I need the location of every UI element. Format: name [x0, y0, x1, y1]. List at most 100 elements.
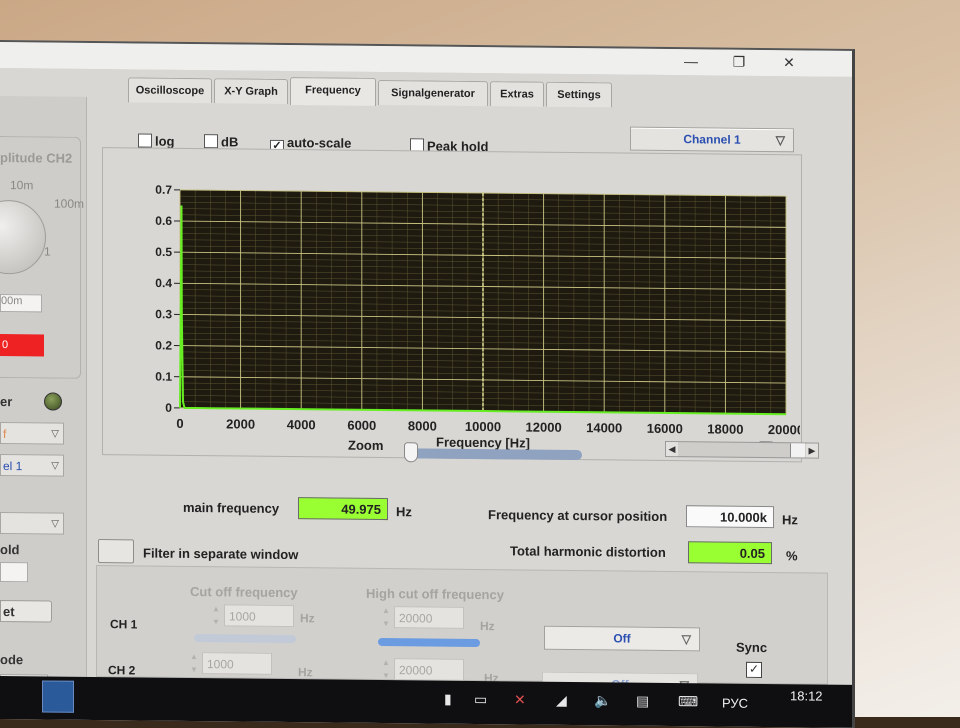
chevron-down-icon: ▽	[776, 129, 785, 151]
amplitude-value-field[interactable]: 00m	[0, 294, 42, 312]
ch1-high-cutoff-unit: Hz	[480, 619, 495, 633]
db-label: dB	[221, 134, 238, 149]
knob-label-100m: 100m	[54, 197, 84, 211]
left-panel: plitude CH2 10m 100m 1 00m 0 er f▽ el 1▽…	[0, 96, 87, 677]
thd-value: 0.05	[688, 541, 772, 564]
y-tick-label: 0.5	[155, 245, 172, 259]
chevron-down-icon: ▽	[682, 628, 691, 650]
close-button[interactable]: ✕	[774, 54, 804, 71]
sync-checkbox[interactable]: ✓	[746, 662, 762, 678]
ch2-high-cutoff-spin-arrows[interactable]: ▲▼	[380, 656, 392, 682]
speaker-icon[interactable]: 🔈	[594, 692, 611, 709]
x-tick-label: 18000	[707, 421, 743, 436]
trigger-channel-dropdown[interactable]: el 1▽	[0, 454, 64, 477]
log-label: log	[155, 134, 175, 149]
sync-label: Sync	[736, 640, 767, 655]
scroll-right-icon[interactable]: ▶	[806, 443, 818, 457]
tab-frequency[interactable]: Frequency	[290, 77, 376, 106]
ch1-cutoff-slider[interactable]	[194, 634, 296, 643]
notifications-icon[interactable]: ▤	[636, 693, 649, 710]
y-tick-label: 0.7	[155, 183, 172, 197]
tab-extras[interactable]: Extras	[490, 81, 544, 107]
ch1-high-cutoff-spin-arrows[interactable]: ▲▼	[380, 604, 392, 630]
y-tick-label: 0.3	[155, 307, 172, 321]
x-tick-label: 4000	[287, 417, 316, 432]
app-window: — ❐ ✕ plitude CH2 10m 100m 1 00m 0 er f▽…	[0, 40, 855, 728]
ch2-high-cutoff-input[interactable]: 20000	[394, 658, 464, 681]
scroll-thumb[interactable]	[790, 443, 805, 457]
trigger-edge-dropdown[interactable]: ▽	[0, 512, 64, 535]
main-frequency-value: 49.975	[298, 497, 388, 520]
keyboard-icon[interactable]: ⌨	[678, 693, 698, 710]
hold-field[interactable]	[0, 562, 28, 582]
amplitude-ch2-title: plitude CH2	[0, 150, 72, 166]
trigger-mode-dropdown[interactable]: f▽	[0, 422, 64, 445]
tab-signalgenerator[interactable]: Signalgenerator	[378, 80, 488, 106]
zoom-label: Zoom	[348, 438, 383, 453]
zoom-slider-track[interactable]	[408, 448, 582, 460]
ch1-cutoff-spin-arrows[interactable]: ▲▼	[210, 602, 222, 628]
network-error-icon[interactable]: ✕	[514, 691, 526, 708]
x-tick-label: 12000	[526, 420, 562, 435]
filter-window-label: Filter in separate window	[143, 545, 298, 562]
high-cutoff-header: High cut off frequency	[366, 586, 504, 602]
spectrum-chart[interactable]: 0200040006000800010000120001400016000180…	[102, 147, 800, 460]
knob-label-1: 1	[44, 244, 51, 258]
cursor-frequency-label: Frequency at cursor position	[488, 507, 667, 524]
x-tick-label: 6000	[347, 418, 376, 433]
tab-oscilloscope[interactable]: Oscilloscope	[128, 77, 212, 103]
oscilloscope-app-icon[interactable]	[42, 680, 74, 712]
x-tick-label: 10000	[465, 419, 501, 434]
x-tick-label: 0	[176, 416, 183, 431]
thd-label: Total harmonic distortion	[510, 543, 666, 560]
ch2-cutoff-input[interactable]: 1000	[202, 652, 272, 675]
db-checkbox-group[interactable]: dB	[204, 134, 238, 149]
ch1-high-cutoff-input[interactable]: 20000	[394, 606, 464, 629]
channel-dropdown-value: Channel 1	[683, 132, 740, 147]
scroll-left-icon[interactable]: ◀	[666, 442, 678, 456]
ch2-cutoff-unit: Hz	[298, 665, 313, 679]
cursor-frequency-value: 10.000k	[686, 505, 774, 528]
horizontal-scrollbar[interactable]: ◀ ▶	[665, 441, 819, 459]
ch1-label: CH 1	[110, 617, 137, 631]
ch1-high-cutoff-slider[interactable]	[378, 638, 480, 647]
filter-window-button[interactable]	[98, 539, 134, 563]
tab-settings[interactable]: Settings	[546, 82, 612, 108]
trigger-label: er	[0, 394, 12, 409]
channel-dropdown[interactable]: Channel 1 ▽	[630, 127, 794, 153]
thd-unit: %	[786, 548, 798, 563]
app-body: plitude CH2 10m 100m 1 00m 0 er f▽ el 1▽…	[0, 68, 852, 685]
chevron-down-icon: ▽	[51, 456, 59, 478]
ch1-cutoff-unit: Hz	[300, 611, 315, 625]
restore-button[interactable]: ❐	[724, 54, 754, 71]
minimize-button[interactable]: —	[676, 53, 706, 69]
y-tick-label: 0.2	[155, 338, 172, 352]
ch2-label: CH 2	[108, 663, 135, 677]
knob-label-10m: 10m	[10, 178, 33, 192]
y-tick-label: 0.4	[155, 276, 172, 290]
y-tick-label: 0	[165, 401, 172, 415]
log-checkbox[interactable]	[138, 133, 152, 147]
mouse-icon[interactable]: ▮	[444, 691, 452, 708]
reset-button[interactable]: et	[0, 600, 52, 623]
trigger-led	[44, 392, 62, 410]
x-tick-label: 2000	[226, 416, 255, 431]
clock-time[interactable]: 18:12	[790, 688, 823, 703]
zoom-slider-thumb[interactable]	[404, 442, 418, 462]
db-checkbox[interactable]	[204, 134, 218, 148]
language-indicator[interactable]: РУС	[722, 696, 748, 711]
cutoff-header: Cut off frequency	[190, 584, 298, 600]
ch1-cutoff-input[interactable]: 1000	[224, 604, 294, 627]
ch1-filter-mode-dropdown[interactable]: Off▽	[544, 626, 700, 652]
wifi-icon[interactable]: ◢	[556, 692, 567, 709]
main-frequency-unit: Hz	[396, 504, 412, 519]
chevron-down-icon: ▽	[51, 424, 59, 446]
hold-label: old	[0, 542, 20, 557]
taskbar: ▮ ▭ ✕ ◢ 🔈 ▤ ⌨ РУС 18:12	[0, 676, 852, 728]
tab-xy-graph[interactable]: X-Y Graph	[214, 78, 288, 104]
ch2-cutoff-spin-arrows[interactable]: ▲▼	[188, 650, 200, 676]
battery-icon[interactable]: ▭	[474, 691, 487, 708]
y-tick-label: 0.6	[155, 214, 172, 228]
y-tick-label: 0.1	[155, 369, 172, 383]
x-tick-label: 16000	[647, 421, 683, 436]
